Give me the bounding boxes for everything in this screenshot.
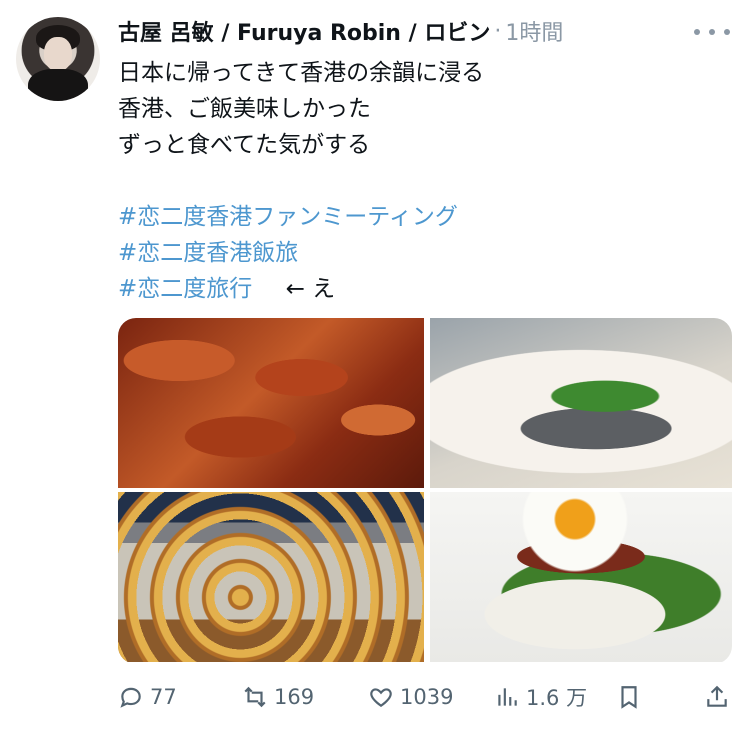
text-line: ずっと食べてた気がする	[118, 132, 371, 158]
text-line: 香港、ご飯美味しかった	[118, 96, 371, 122]
like-button[interactable]: 1039	[368, 680, 453, 714]
post-text: 日本に帰ってきて香港の余韻に浸る 香港、ご飯美味しかった ずっと食べてた気がする…	[118, 55, 718, 307]
post-time[interactable]: 1時間	[505, 15, 563, 47]
reply-count: 77	[150, 685, 177, 709]
avatar-body	[28, 69, 88, 101]
trailing-text: ← え	[285, 276, 336, 302]
hashtag-line: #恋二度香港ファンミーティング	[118, 199, 718, 235]
more-dot	[724, 29, 730, 35]
media-image-2[interactable]	[430, 318, 732, 488]
media-image-1[interactable]	[118, 318, 424, 488]
retweet-count: 169	[274, 685, 315, 709]
more-dot	[694, 29, 700, 35]
view-count: 1.6 万	[526, 686, 588, 710]
retweet-button[interactable]: 169	[242, 680, 314, 714]
share-button[interactable]	[704, 680, 730, 714]
more-dot	[709, 29, 715, 35]
reply-button[interactable]: 77	[118, 680, 177, 714]
hashtag-line: #恋二度旅行 ← え	[118, 271, 718, 307]
hashtag-line: #恋二度香港飯旅	[118, 235, 718, 271]
views-button[interactable]: 1.6 万	[494, 680, 587, 714]
media-grid	[118, 318, 732, 664]
display-name[interactable]: 古屋 呂敏 / Furuya Robin / ロビン	[118, 15, 490, 47]
bookmark-icon	[621, 686, 637, 709]
share-icon	[707, 685, 727, 707]
media-image-3[interactable]	[118, 492, 424, 662]
heart-icon	[370, 688, 392, 707]
like-count: 1039	[400, 685, 454, 709]
hashtag-link[interactable]: #恋二度香港飯旅	[118, 240, 298, 266]
media-image-4[interactable]	[430, 492, 732, 662]
views-icon	[498, 688, 517, 706]
avatar-face	[44, 37, 72, 71]
avatar[interactable]	[16, 17, 100, 101]
text-line: 日本に帰ってきて香港の余韻に浸る	[118, 60, 485, 86]
retweet-icon	[244, 686, 266, 708]
more-icon[interactable]	[694, 20, 730, 44]
bookmark-button[interactable]	[616, 680, 642, 714]
time-separator: ·	[494, 18, 502, 44]
hashtag-link[interactable]: #恋二度旅行	[118, 276, 252, 302]
hashtag-link[interactable]: #恋二度香港ファンミーティング	[118, 204, 458, 230]
reply-icon	[120, 687, 141, 708]
action-bar: 77 169 1039 1.6 万	[118, 680, 732, 714]
post-header: 古屋 呂敏 / Furuya Robin / ロビン · 1時間	[118, 15, 563, 47]
